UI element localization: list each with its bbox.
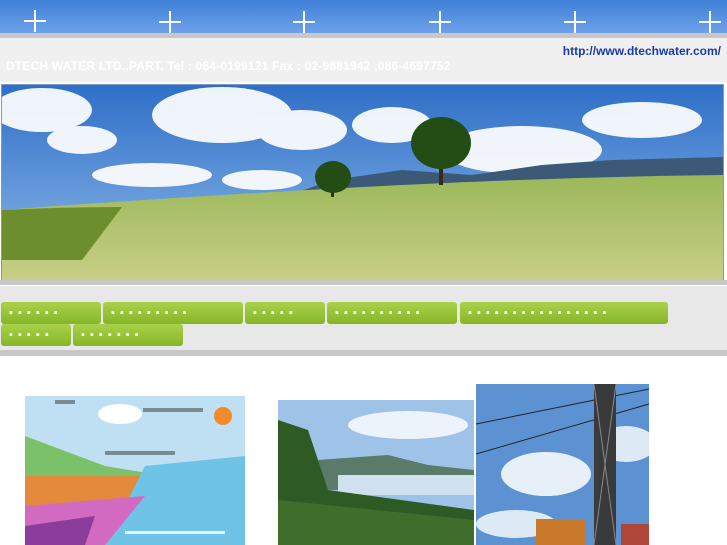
water-cycle-diagram-image <box>25 396 245 545</box>
nav-item-5[interactable]: ▪ ▪ ▪ ▪ ▪ ▪ ▪ ▪ ▪ ▪ ▪ ▪ ▪ ▪ ▪ ▪ <box>460 302 668 324</box>
nav-item-7[interactable]: ▪ ▪ ▪ ▪ ▪ ▪ ▪ <box>73 324 183 346</box>
coast-photo-image <box>278 400 474 545</box>
company-info: DTECH WATER LTD.,PART. Tel : 084-0199121… <box>6 59 451 73</box>
nav-item-6[interactable]: ▪ ▪ ▪ ▪ ▪ <box>1 324 71 346</box>
nav-item-2[interactable]: ▪ ▪ ▪ ▪ ▪ ▪ ▪ ▪ ▪ <box>103 302 243 324</box>
landscape-image <box>2 85 723 280</box>
sparkle-icon <box>433 15 447 29</box>
sparkle-icon <box>297 15 311 29</box>
sparkle-icon <box>163 15 177 29</box>
landscape-banner <box>1 84 724 281</box>
sparkle-icon <box>703 15 717 29</box>
nav-item-1[interactable]: ▪ ▪ ▪ ▪ ▪ ▪ <box>1 302 101 324</box>
sparkle-icon <box>28 14 42 28</box>
top-star-banner <box>0 0 727 33</box>
site-url-link[interactable]: http://www.dtechwater.com/ <box>563 44 721 58</box>
drilling-rig-photo-image <box>476 384 649 545</box>
nav-item-4[interactable]: ▪ ▪ ▪ ▪ ▪ ▪ ▪ ▪ ▪ ▪ <box>327 302 457 324</box>
sparkle-icon <box>568 15 582 29</box>
nav-item-3[interactable]: ▪ ▪ ▪ ▪ ▪ <box>245 302 325 324</box>
divider <box>0 280 727 285</box>
